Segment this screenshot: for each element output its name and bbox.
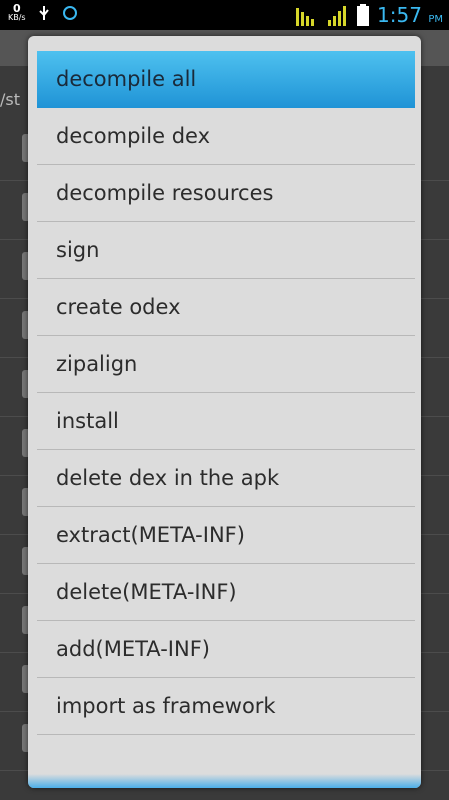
background-path: /st xyxy=(0,90,20,109)
network-speed-value: 0 xyxy=(12,2,21,15)
scroll-edge-glow xyxy=(28,774,421,788)
status-right: 1:57 PM xyxy=(295,3,443,27)
menu-item-delete-meta-inf[interactable]: delete(META-INF) xyxy=(37,564,415,621)
network-speed-unit: KB/s xyxy=(8,13,26,22)
battery-icon xyxy=(357,4,370,26)
status-left: 0 KB/s xyxy=(8,2,78,22)
sync-icon xyxy=(62,6,77,20)
menu-item-delete-dex[interactable]: delete dex in the apk xyxy=(37,450,415,507)
clock-ampm: PM xyxy=(428,14,443,25)
network-speed: 0 KB/s xyxy=(8,2,26,22)
status-bar: 0 KB/s 1:57 PM xyxy=(0,0,449,30)
menu-item-create-odex[interactable]: create odex xyxy=(37,279,415,336)
menu-item-import-framework[interactable]: import as framework xyxy=(37,678,415,735)
signal-bars-icon xyxy=(296,8,315,26)
menu-item-decompile-resources[interactable]: decompile resources xyxy=(37,165,415,222)
usb-icon xyxy=(38,6,49,20)
menu-item-extract-meta-inf[interactable]: extract(META-INF) xyxy=(37,507,415,564)
menu-item-partial[interactable] xyxy=(37,735,415,765)
clock: 1:57 PM xyxy=(377,3,443,27)
menu-item-sign[interactable]: sign xyxy=(37,222,415,279)
apk-actions-menu: decompile all decompile dex decompile re… xyxy=(37,51,415,765)
menu-item-decompile-all[interactable]: decompile all xyxy=(37,51,415,108)
menu-item-add-meta-inf[interactable]: add(META-INF) xyxy=(37,621,415,678)
clock-time: 1:57 xyxy=(377,3,422,27)
menu-item-install[interactable]: install xyxy=(37,393,415,450)
cell-signal-icon xyxy=(328,6,347,26)
menu-item-zipalign[interactable]: zipalign xyxy=(37,336,415,393)
menu-item-decompile-dex[interactable]: decompile dex xyxy=(37,108,415,165)
apk-actions-dialog: decompile all decompile dex decompile re… xyxy=(28,36,421,788)
